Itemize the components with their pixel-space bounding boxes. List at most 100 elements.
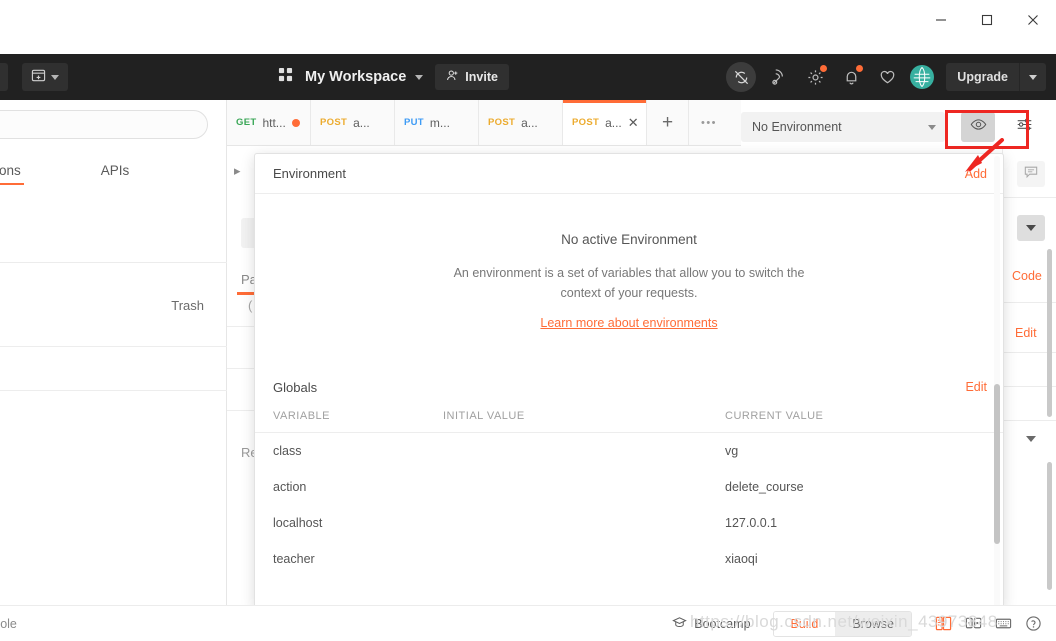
cell-current-value: 127.0.0.1	[725, 516, 778, 530]
close-tab-icon[interactable]: ✕	[628, 116, 639, 129]
pane-divider	[227, 368, 254, 369]
app-header: er	[0, 54, 1056, 100]
request-tab[interactable]: POST a...	[479, 100, 563, 145]
maximize-button[interactable]	[964, 4, 1010, 36]
sidebar-tab-collections-label: ections	[0, 163, 21, 178]
upgrade-label: Upgrade	[957, 70, 1008, 84]
cell-initial-value	[425, 469, 707, 505]
sync-off-icon[interactable]	[726, 62, 757, 92]
request-tab-method: POST	[572, 117, 600, 128]
sidebar-search-wrapper	[0, 100, 226, 139]
build-tab[interactable]: Build	[773, 611, 836, 636]
popup-title: Environment	[273, 166, 346, 181]
cell-current-value: delete_course	[725, 480, 804, 494]
rail-divider	[1003, 197, 1056, 198]
request-tab[interactable]: GET htt...	[227, 100, 311, 145]
body-sub-label: (	[248, 298, 253, 313]
rail-scrollbar-thumb[interactable]	[1047, 249, 1052, 417]
plus-icon: +	[661, 111, 674, 133]
sidebar-tab-apis-label: APIs	[100, 163, 130, 178]
request-tab-active[interactable]: POST a... ✕	[563, 100, 647, 145]
tab-options-button[interactable]: •••	[689, 100, 729, 145]
help-icon[interactable]	[1018, 615, 1048, 632]
browse-tab[interactable]: Browse	[835, 611, 911, 636]
sidebar-tab-apis[interactable]: APIs	[101, 163, 130, 185]
code-link[interactable]: Code	[1012, 269, 1042, 283]
environment-settings-button[interactable]	[1009, 112, 1039, 142]
rail-scrollbar-thumb-2[interactable]	[1047, 462, 1052, 590]
chevron-down-icon	[1026, 225, 1036, 231]
minimize-button[interactable]	[918, 4, 964, 36]
rail-dropdown-button[interactable]	[1017, 215, 1045, 241]
globals-table-header-row: VARIABLE INITIAL VALUE CURRENT VALUE	[255, 406, 1003, 433]
environment-selector[interactable]: No Environment	[741, 112, 945, 142]
column-header-current-value: CURRENT VALUE	[707, 406, 1003, 433]
header-right-group: Upgrade	[726, 54, 1046, 100]
trash-label: Trash	[171, 298, 204, 313]
sidebar-tab-collections[interactable]: ections	[0, 163, 24, 185]
bell-icon[interactable]	[838, 64, 864, 90]
cell-variable: localhost	[273, 516, 323, 530]
upgrade-dropdown-button[interactable]	[1020, 74, 1046, 80]
popup-scrollbar-thumb[interactable]	[994, 384, 1000, 544]
new-window-icon	[31, 68, 46, 86]
request-tab-name: a...	[605, 115, 622, 130]
comment-button[interactable]	[1017, 161, 1045, 187]
edit-globals-button[interactable]: Edit	[965, 380, 987, 394]
edit-link[interactable]: Edit	[1015, 326, 1037, 340]
empty-state-description: An environment is a set of variables tha…	[453, 266, 805, 300]
cell-current-value: xiaoqi	[725, 552, 758, 566]
console-button[interactable]: nsole	[0, 617, 17, 631]
comment-icon	[1024, 165, 1038, 184]
column-header-initial-value: INITIAL VALUE	[425, 406, 707, 433]
workspace-name-label: My Workspace	[305, 69, 407, 85]
gear-icon[interactable]	[802, 64, 828, 90]
sidebar-trash-link[interactable]: Trash	[171, 298, 204, 313]
sidebar-divider	[0, 262, 227, 263]
request-tab-strip: GET htt... POST a... PUT m... POST a... …	[227, 100, 741, 146]
right-rail: Code Edit	[1002, 149, 1056, 605]
chevron-down-icon	[1029, 74, 1037, 80]
left-sidebar: ections APIs Trash	[0, 100, 227, 605]
keyboard-icon[interactable]	[988, 615, 1018, 632]
environment-bar: No Environment	[741, 105, 1056, 149]
request-tab[interactable]: PUT m...	[395, 100, 479, 145]
request-tab-method: GET	[236, 117, 257, 128]
invite-button[interactable]: Invite	[435, 64, 509, 90]
chevron-down-icon	[415, 74, 424, 80]
environment-selected-label: No Environment	[752, 120, 842, 134]
user-avatar[interactable]	[910, 65, 935, 89]
environment-quick-look-popup: Environment Add No active Environment An…	[254, 153, 1004, 608]
sliders-icon	[1016, 116, 1033, 138]
grid-icon	[278, 67, 293, 87]
table-row: action delete_course	[255, 469, 1003, 505]
empty-state-title: No active Environment	[561, 232, 697, 247]
header-runner-button[interactable]: er	[0, 63, 8, 91]
collection-expand-icon[interactable]: ▸	[234, 163, 241, 179]
add-environment-button[interactable]: Add	[965, 167, 987, 181]
bootcamp-icon	[672, 615, 688, 633]
split-pane-icon[interactable]	[958, 615, 988, 632]
ellipsis-icon: •••	[700, 116, 718, 129]
bootcamp-button[interactable]: Bootcamp	[672, 615, 751, 633]
satellite-icon[interactable]	[766, 64, 792, 90]
pane-divider	[227, 326, 254, 327]
workspace-selector[interactable]: My Workspace	[305, 69, 424, 85]
heart-icon[interactable]	[874, 64, 900, 90]
search-input[interactable]	[0, 110, 208, 139]
learn-more-link[interactable]: Learn more about environments	[255, 316, 1003, 330]
rail-divider	[1003, 420, 1056, 421]
new-request-tab-button[interactable]: +	[647, 100, 689, 145]
request-tab[interactable]: POST a...	[311, 100, 395, 145]
build-browse-toggle: Build Browse	[772, 610, 912, 637]
upgrade-button[interactable]: Upgrade	[946, 63, 1046, 91]
new-tab-button[interactable]	[21, 63, 68, 91]
chevron-down-icon[interactable]	[1026, 436, 1036, 442]
globals-table: VARIABLE INITIAL VALUE CURRENT VALUE cla…	[255, 406, 1003, 577]
cell-variable: class	[273, 444, 302, 458]
close-button[interactable]	[1010, 4, 1056, 36]
header-center-group: My Workspace Invite	[278, 54, 509, 100]
two-pane-icon[interactable]	[928, 615, 958, 632]
environment-quick-look-button[interactable]	[961, 112, 995, 142]
table-row: localhost 127.0.0.1	[255, 505, 1003, 541]
